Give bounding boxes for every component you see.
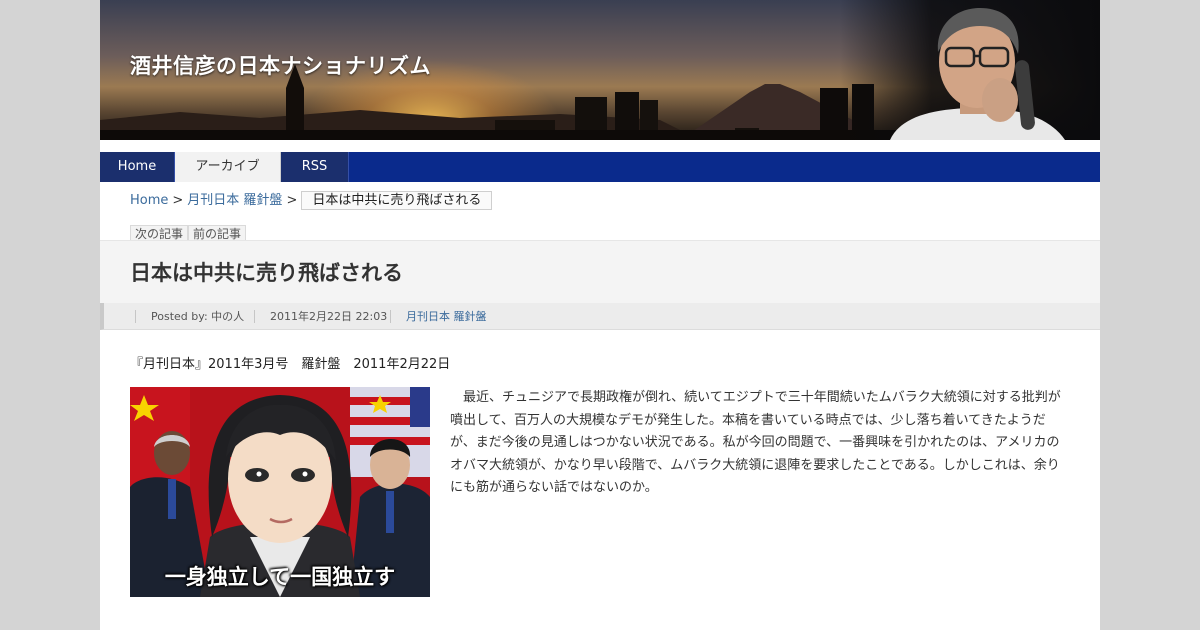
- article-body: 最近、チュニジアで長期政権が倒れ、続いてエジプトで三十年間続いたムバラク大統領に…: [450, 390, 1061, 496]
- breadcrumb-home-link[interactable]: Home: [130, 193, 168, 208]
- image-caption: 一身独立して一国独立す: [164, 564, 396, 589]
- source-line: 『月刊日本』2011年3月号 羅針盤 2011年2月22日: [130, 357, 451, 372]
- meta-divider: [390, 310, 391, 323]
- page: 酒井信彦の日本ナショナリズム Home アーカイブ RSS Home > 月刊日本 …: [100, 0, 1100, 630]
- nav-archive[interactable]: アーカイブ: [175, 152, 281, 182]
- post-pager: 次の記事 前の記事: [130, 223, 247, 244]
- post-category-wrap: 月刊日本 羅針盤: [406, 303, 487, 330]
- nav-rss[interactable]: RSS: [281, 152, 349, 182]
- meta-divider: [254, 310, 255, 323]
- author-portrait: [890, 8, 1065, 140]
- header-banner: 酒井信彦の日本ナショナリズム: [100, 0, 1100, 140]
- meta-divider: [135, 310, 136, 323]
- breadcrumb-separator: >: [172, 193, 184, 208]
- breadcrumb-separator: >: [286, 193, 298, 208]
- breadcrumb: Home > 月刊日本 羅針盤 > 日本は中共に売り飛ばされる: [130, 191, 493, 211]
- site-title[interactable]: 酒井信彦の日本ナショナリズム: [130, 50, 431, 80]
- article-image: 一身独立して一国独立す: [130, 387, 430, 597]
- post-title-band: 日本は中共に売り飛ばされる: [100, 240, 1100, 304]
- post-author: Posted by: 中の人: [151, 310, 245, 323]
- breadcrumb-category-link[interactable]: 月刊日本 羅針盤: [187, 193, 282, 208]
- nav-home[interactable]: Home: [100, 152, 175, 182]
- post-title: 日本は中共に売り飛ばされる: [130, 261, 403, 285]
- post-category-link[interactable]: 月刊日本 羅針盤: [406, 310, 487, 323]
- main-nav: Home アーカイブ RSS: [100, 152, 1100, 182]
- post-meta-bar: Posted by: 中の人 2011年2月22日 22:03 月刊日本 羅針盤: [100, 303, 1100, 330]
- post-date: 2011年2月22日 22:03: [270, 310, 388, 323]
- breadcrumb-current: 日本は中共に売り飛ばされる: [301, 191, 493, 210]
